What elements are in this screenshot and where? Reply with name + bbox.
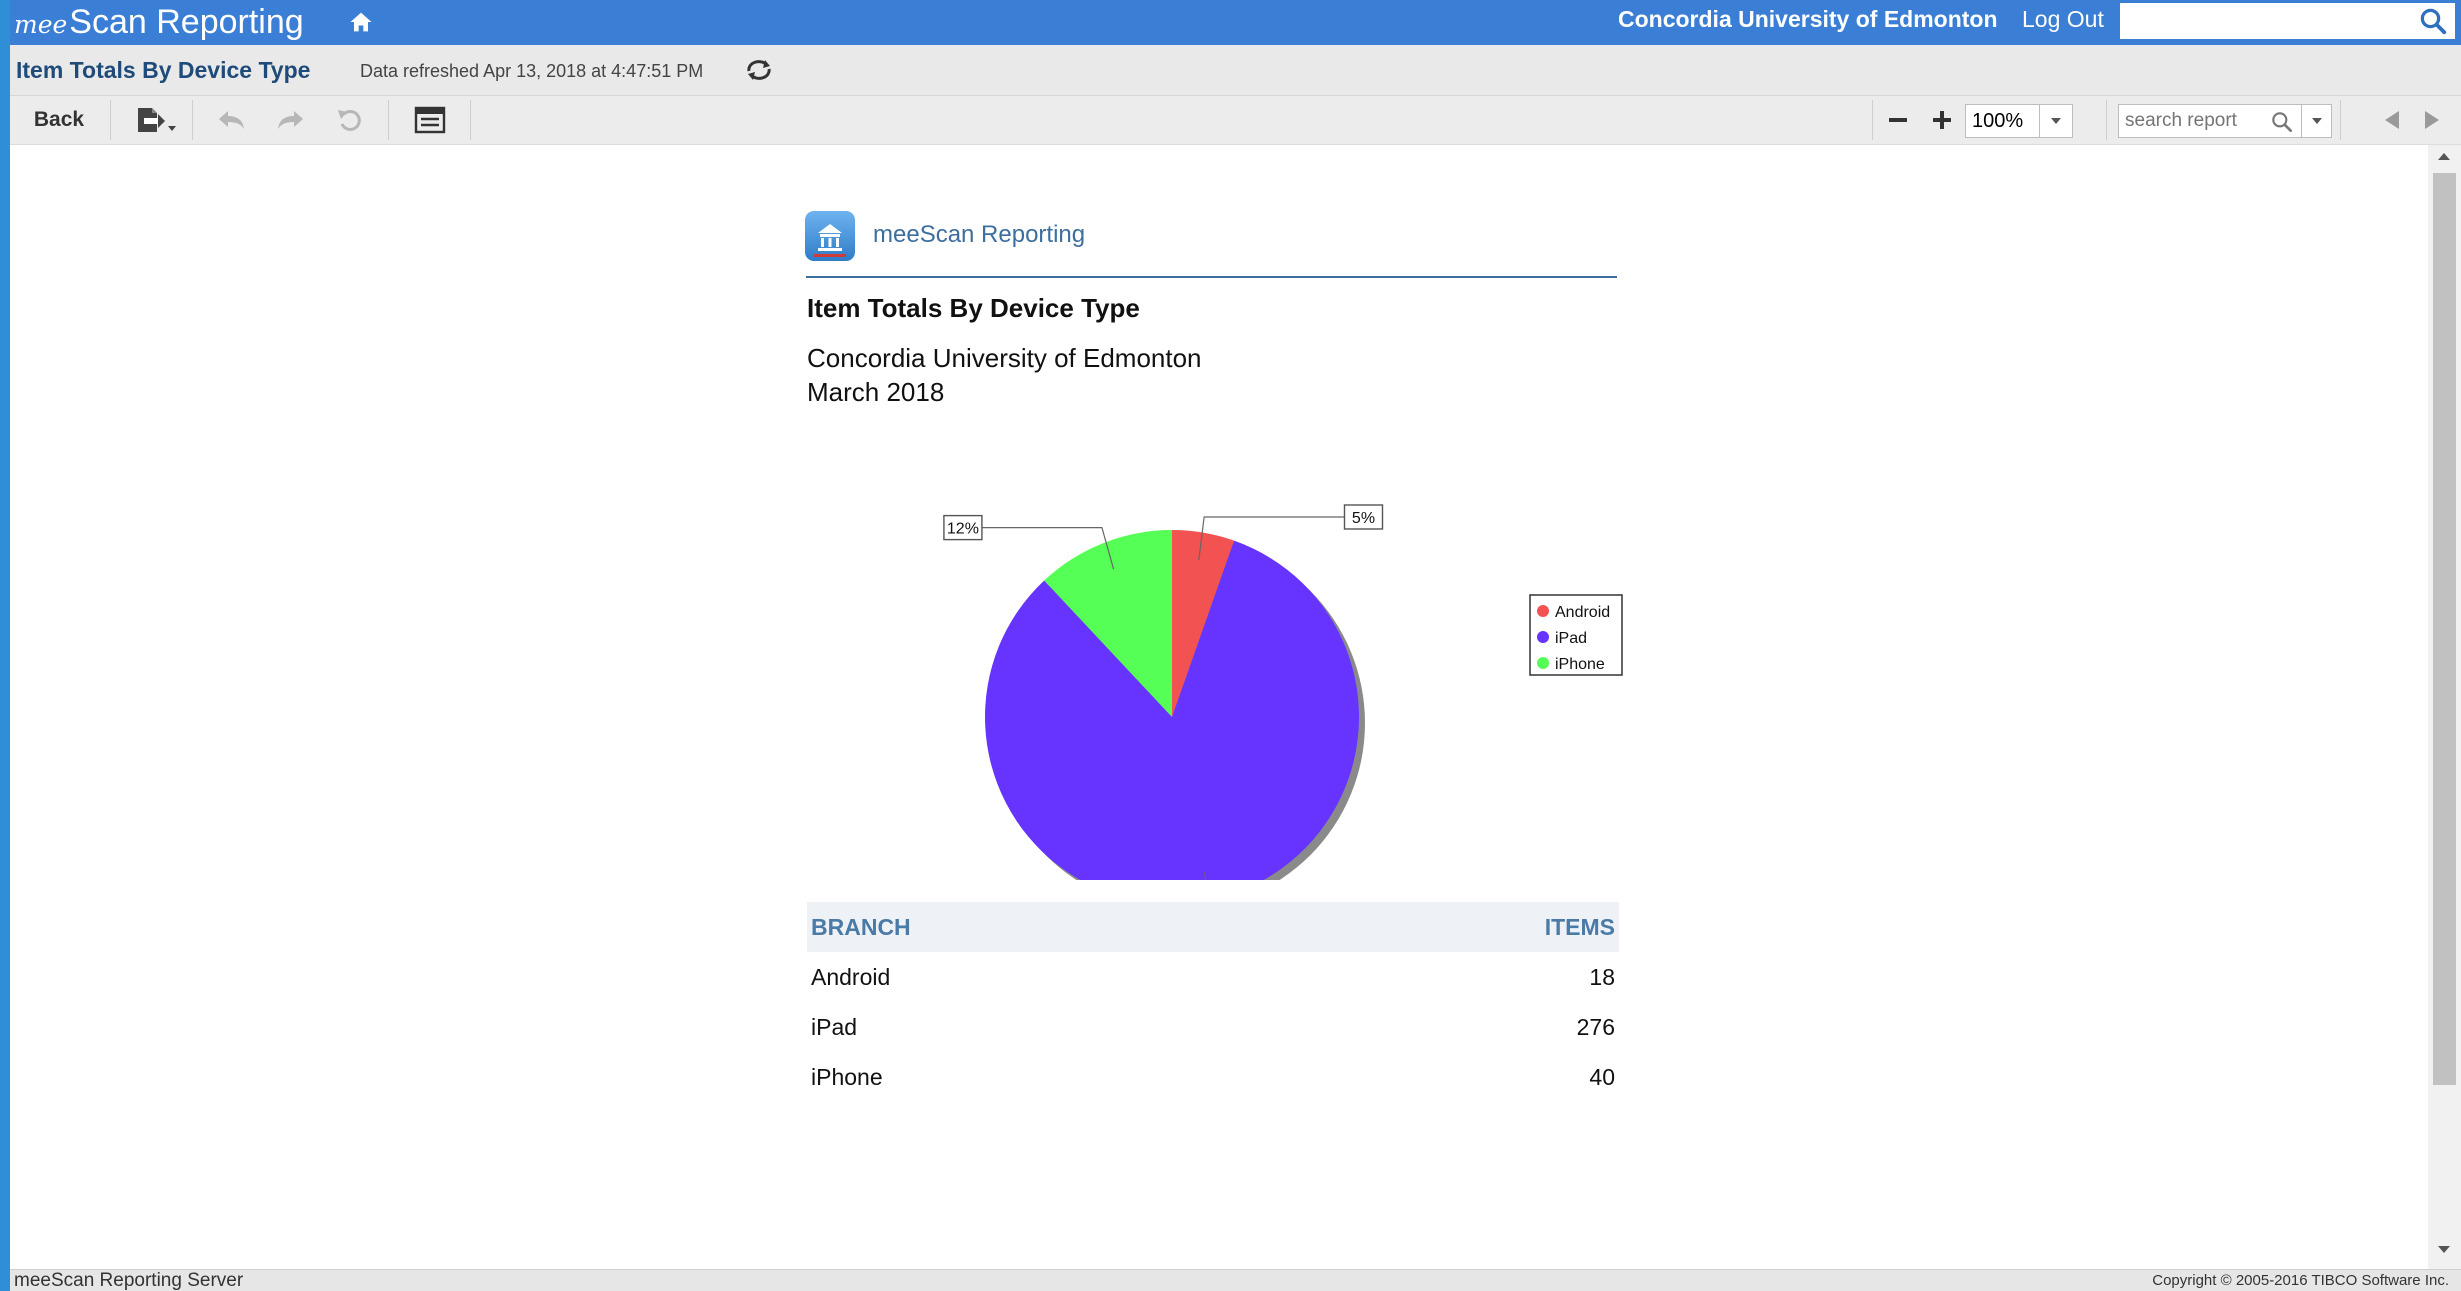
chart-legend: Android iPad iPhone bbox=[1529, 594, 1623, 676]
brand-prefix: mee bbox=[14, 10, 68, 39]
redo-icon bbox=[278, 111, 303, 129]
header-rule bbox=[806, 276, 1617, 278]
scroll-down-icon[interactable] bbox=[2437, 1245, 2451, 1255]
branch-cell: iPad bbox=[811, 1013, 858, 1040]
meescan-logo bbox=[805, 211, 855, 261]
report-toolbar: Back bbox=[10, 96, 2461, 145]
reset-icon bbox=[338, 109, 361, 131]
toolbar-divider bbox=[388, 100, 389, 140]
device-type-pie-chart: 5%83%12%AndroidiPadiPhone bbox=[943, 504, 1623, 880]
triangle-left-icon bbox=[2385, 111, 2399, 129]
export-icon bbox=[138, 108, 176, 132]
legend-item-iphone: iPhone bbox=[1555, 656, 1605, 673]
redo-button[interactable] bbox=[268, 96, 312, 144]
plus-icon bbox=[1933, 111, 1951, 129]
items-cell: 40 bbox=[1589, 1063, 1615, 1090]
top-navigation-bar: meeScan Reporting Concordia University o… bbox=[10, 0, 2461, 45]
table-row: iPhone 40 bbox=[807, 1052, 1619, 1102]
branch-cell: iPhone bbox=[811, 1063, 883, 1090]
legend-item-android: Android bbox=[1555, 604, 1610, 621]
legend-marker bbox=[1537, 657, 1549, 669]
global-search-input[interactable] bbox=[2120, 3, 2455, 39]
branch-cell: Android bbox=[811, 963, 891, 990]
chevron-down-icon bbox=[2051, 118, 2061, 124]
refresh-icon[interactable] bbox=[743, 57, 775, 83]
undo-icon bbox=[219, 111, 244, 129]
zoom-out-button[interactable] bbox=[1878, 96, 1918, 144]
items-cell: 276 bbox=[1576, 1013, 1615, 1040]
list-icon bbox=[414, 106, 446, 134]
report-search-box bbox=[2118, 104, 2302, 138]
table-header-row: BRANCH ITEMS bbox=[807, 902, 1619, 952]
scrollbar-thumb[interactable] bbox=[2433, 173, 2456, 1085]
legend-marker bbox=[1537, 605, 1549, 617]
data-label: 5% bbox=[1352, 510, 1375, 527]
report-search-input[interactable] bbox=[2119, 105, 2259, 137]
report-brand: meeScan Reporting bbox=[873, 221, 1086, 248]
search-options-dropdown[interactable] bbox=[2302, 104, 2332, 138]
logout-link[interactable]: Log Out bbox=[2022, 0, 2104, 38]
report-title: Item Totals By Device Type bbox=[16, 57, 311, 83]
organization-name: Concordia University of Edmonton bbox=[1618, 6, 1998, 32]
data-refreshed-text: Data refreshed Apr 13, 2018 at 4:47:51 P… bbox=[360, 61, 704, 81]
server-name: meeScan Reporting Server bbox=[14, 1270, 244, 1291]
triangle-right-icon bbox=[2425, 111, 2439, 129]
table-row: iPad 276 bbox=[807, 1002, 1619, 1052]
vertical-scrollbar[interactable] bbox=[2428, 145, 2461, 1269]
back-button[interactable]: Back bbox=[10, 96, 108, 144]
previous-page-button[interactable] bbox=[2376, 96, 2408, 144]
table-row: Android 18 bbox=[807, 952, 1619, 1002]
library-icon bbox=[814, 224, 846, 257]
toolbar-divider bbox=[192, 100, 193, 140]
legend-item-ipad: iPad bbox=[1555, 630, 1587, 647]
reset-button[interactable] bbox=[328, 96, 372, 144]
device-totals-table: BRANCH ITEMS Android 18 iPad 276 iPhone … bbox=[807, 902, 1619, 1102]
minus-icon bbox=[1889, 118, 1907, 122]
undo-button[interactable] bbox=[210, 96, 254, 144]
copyright-text: Copyright © 2005-2016 TIBCO Software Inc… bbox=[2152, 1272, 2449, 1289]
items-cell: 18 bbox=[1589, 963, 1615, 990]
app-brand[interactable]: meeScan Reporting bbox=[14, 0, 304, 45]
search-icon[interactable] bbox=[2269, 109, 2295, 135]
home-icon[interactable] bbox=[347, 8, 375, 36]
data-label: 12% bbox=[947, 521, 979, 538]
column-header-branch[interactable]: BRANCH bbox=[807, 902, 1278, 952]
zoom-level-input[interactable] bbox=[1966, 105, 2038, 137]
brand-name: Scan Reporting bbox=[69, 3, 304, 41]
report-period: March 2018 bbox=[807, 377, 945, 407]
legend-marker bbox=[1537, 631, 1549, 643]
toolbar-divider bbox=[2106, 100, 2107, 140]
next-page-button[interactable] bbox=[2416, 96, 2448, 144]
column-header-items[interactable]: ITEMS bbox=[1277, 902, 1619, 952]
toolbar-divider bbox=[1872, 100, 1873, 140]
export-button[interactable] bbox=[126, 96, 186, 144]
report-heading: Item Totals By Device Type bbox=[807, 293, 1140, 323]
zoom-dropdown-button[interactable] bbox=[2039, 105, 2072, 137]
zoom-in-button[interactable] bbox=[1922, 96, 1962, 144]
zoom-level-select[interactable] bbox=[1965, 104, 2073, 138]
app-window: meeScan Reporting Concordia University o… bbox=[10, 0, 2461, 1291]
toolbar-divider bbox=[110, 100, 111, 140]
chevron-down-icon bbox=[2311, 118, 2322, 124]
scroll-up-icon[interactable] bbox=[2437, 151, 2451, 161]
report-title-bar: Item Totals By Device Type Data refreshe… bbox=[10, 45, 2461, 96]
report-viewer: meeScan Reporting Item Totals By Device … bbox=[10, 145, 2428, 1269]
search-icon[interactable] bbox=[2418, 6, 2448, 36]
status-bar: meeScan Reporting Server Copyright © 200… bbox=[10, 1269, 2461, 1291]
table-of-contents-button[interactable] bbox=[402, 96, 458, 144]
toolbar-divider bbox=[2340, 100, 2341, 140]
report-organization: Concordia University of Edmonton bbox=[807, 343, 1202, 373]
toolbar-divider bbox=[470, 100, 471, 140]
